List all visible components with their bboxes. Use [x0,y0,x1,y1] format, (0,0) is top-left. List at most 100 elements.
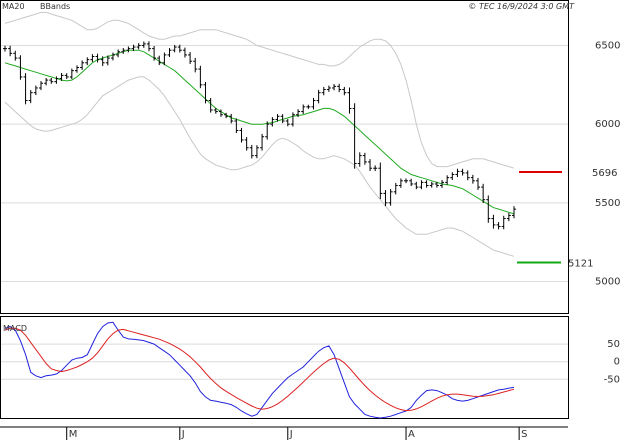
legend-bbands: BBands [40,2,70,11]
price-bar [512,206,516,219]
price-bar [234,118,239,134]
price-bar [44,77,49,86]
price-tick-label: 5500 [595,198,620,209]
macd-tick-label: 50 [607,339,620,350]
price-bar [141,41,146,48]
price-bar [198,65,203,89]
price-bar [491,214,496,229]
price-bar [357,152,362,167]
chart-root: 5696 5121 6500 6000 5500 5000 50 0 -50 M J J A S MA2… [0,0,627,440]
price-bar [321,86,326,96]
price-bar [465,170,470,181]
month-label: M [69,429,78,440]
price-bar [260,133,265,151]
price-bar [409,178,414,187]
price-bar [74,65,79,73]
price-bar [146,41,151,52]
price-bar [445,175,450,185]
price-bar [162,52,167,66]
price-bar [244,137,249,151]
price-levels: 5696 5121 [517,168,617,269]
price-bar [33,85,38,96]
price-bar [167,48,172,58]
resistance-label: 5696 [592,168,617,179]
price-bar [316,89,321,104]
grid-lines [1,44,568,380]
price-bar [414,181,419,190]
price-bar [188,52,193,65]
price-bar [326,85,331,92]
price-bar [285,118,290,127]
price-bar [455,168,460,178]
price-bar [54,76,59,84]
bollinger-bands [4,11,515,257]
price-bar [404,178,409,184]
month-label: J [181,429,185,440]
price-bar [373,165,378,172]
price-bar [470,174,475,184]
price-tick-label: 5000 [595,277,620,288]
price-bar [506,212,511,222]
price-bar [368,159,373,172]
price-bar [450,172,455,181]
price-bar [203,81,208,104]
price-bar [80,60,85,70]
price-bar [110,52,115,61]
month-label: S [521,429,527,440]
price-bar [501,215,506,230]
price-bar [337,83,342,93]
price-bar [476,177,481,190]
price-bar [23,73,28,105]
price-bar [126,46,131,53]
price-bar [38,81,43,91]
price-bar [95,53,100,63]
price-bar [152,46,157,61]
price-bar [311,97,316,110]
price-bar [172,44,177,53]
signal-line [4,327,515,412]
price-bar [249,144,254,159]
price-bar [182,47,187,58]
price-bar [429,181,434,188]
price-bar [64,73,69,80]
price-bars [3,41,516,230]
price-bar [49,77,54,84]
macd-panel-title: MACD [3,324,27,333]
price-tick-label: 6000 [595,119,620,130]
price-bar [424,180,429,188]
price-bar [3,45,7,52]
bbands-upper-line [4,11,515,169]
price-bar [193,57,198,73]
price-bar [254,145,259,159]
copyright-stamp: © TEC 16/9/2024 3:0 GMT [468,2,575,11]
macd-lines [4,321,515,419]
ma20-line [4,49,515,215]
price-bar [347,87,352,114]
price-bar [306,104,311,109]
price-bar [239,127,244,143]
macd-tick-label: -50 [604,374,620,385]
price-bar [85,57,90,66]
price-bar [398,178,403,188]
month-label: J [289,429,293,440]
price-bar [486,195,491,223]
price-bar [362,152,367,165]
price-bar [69,68,74,80]
price-bar [332,84,337,91]
macd-tick-label: 0 [614,357,620,368]
price-bar [342,86,347,96]
price-bar [28,90,33,104]
price-bar [90,54,95,62]
chart-svg: 5696 5121 6500 6000 5500 5000 50 0 -50 M J J A S MA2… [0,0,620,440]
macd-line [4,321,515,419]
price-bar [8,45,13,57]
price-bar [419,180,424,190]
price-bar [13,50,18,61]
price-bar [352,103,357,169]
macd-panel-frame [0,316,569,419]
support-label: 5121 [568,258,593,269]
price-panel-frame [0,0,569,314]
ma20-line-group [4,49,515,215]
price-bar [301,104,306,114]
price-bar [136,43,141,50]
